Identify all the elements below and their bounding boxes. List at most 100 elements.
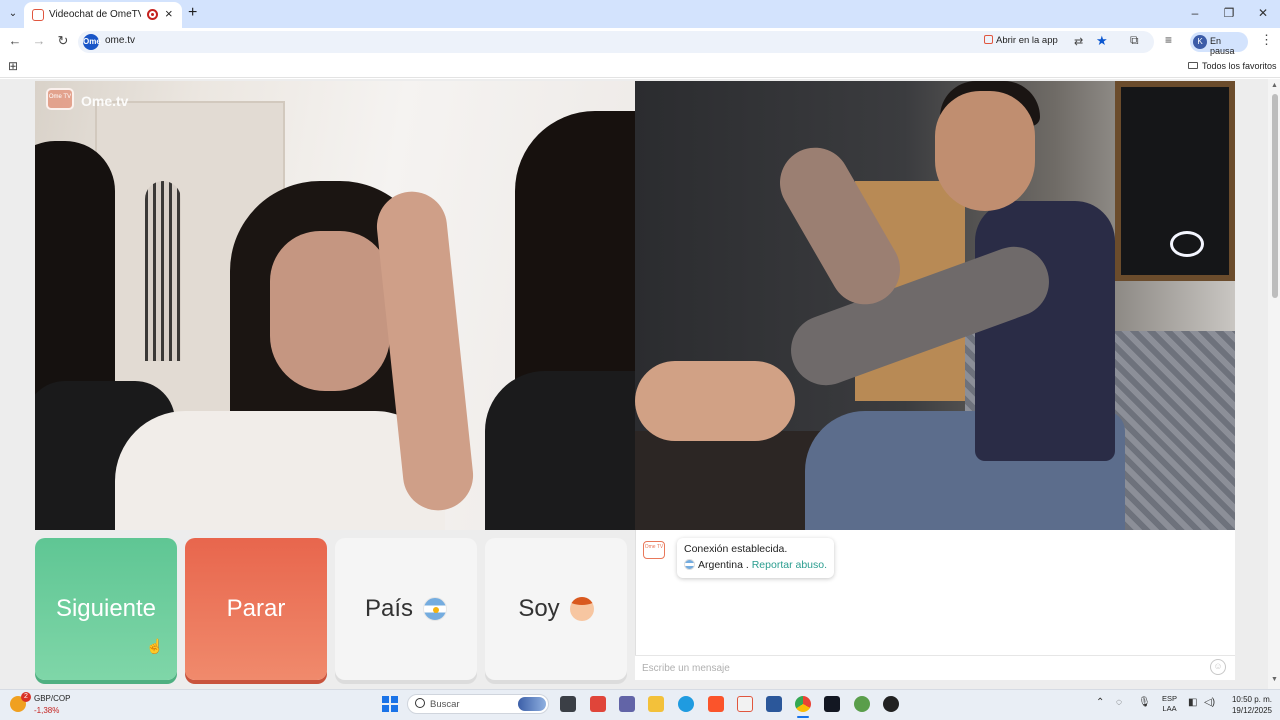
stop-label: Parar	[226, 595, 286, 622]
active-tab[interactable]: Videochat de OmeTV: alter ×	[24, 2, 182, 28]
ometv-favicon-icon	[32, 9, 44, 21]
tradingview-icon[interactable]	[824, 696, 840, 712]
file-explorer-icon[interactable]	[648, 696, 664, 712]
brave-icon[interactable]	[708, 696, 724, 712]
store-icon[interactable]	[766, 696, 782, 712]
address-bar[interactable]: Ome ome.tv Abrir en la app ⇄ ★	[78, 31, 1154, 53]
app-icon	[984, 35, 993, 44]
ticker-name[interactable]: GBP/COP	[34, 694, 70, 703]
ring-light	[1170, 231, 1204, 257]
search-label: Buscar	[430, 699, 460, 710]
language-indicator[interactable]: ESP LAA	[1162, 694, 1177, 714]
message-input[interactable]	[642, 660, 1202, 677]
argentina-flag-icon	[684, 559, 695, 570]
new-tab-icon[interactable]: +	[188, 4, 197, 22]
date: 19/12/2025	[1231, 706, 1272, 715]
system-message: Conexión establecida. Argentina . Report…	[677, 538, 834, 578]
chrome-icon[interactable]	[795, 696, 811, 712]
partner-info: Argentina . Reportar abuso.	[684, 559, 827, 571]
close-window-icon[interactable]: ✕	[1246, 0, 1280, 28]
bookmarks-bar: ⊞ Todos los favoritos	[0, 56, 1280, 78]
language-line2: LAA	[1162, 704, 1177, 713]
person-torso	[975, 201, 1115, 461]
tab-search-icon[interactable]: ⌄	[4, 5, 22, 23]
browser-menu-icon[interactable]: ⋮	[1260, 32, 1273, 48]
window-grill	[145, 181, 181, 361]
separator: .	[745, 559, 749, 571]
scroll-down-icon[interactable]: ▼	[1271, 676, 1278, 683]
ometv-app-icon[interactable]	[737, 696, 753, 712]
browser-toolbar: ← → ↻ Ome ome.tv Abrir en la app ⇄ ★	[0, 28, 1280, 56]
person-right-shirt	[485, 371, 635, 530]
teams-icon[interactable]	[619, 696, 635, 712]
all-bookmarks-button[interactable]: Todos los favoritos	[1188, 61, 1277, 71]
connection-status: Conexión establecida.	[684, 543, 788, 555]
translate-icon[interactable]: ⇄	[1074, 35, 1083, 48]
tab-title: Videochat de OmeTV: alter	[49, 9, 141, 20]
profile-button[interactable]: K En pausa	[1190, 32, 1248, 56]
clock[interactable]: 10:50 p. m. 19/12/2025	[1226, 694, 1272, 716]
app-red-icon[interactable]	[590, 696, 606, 712]
person-head	[935, 91, 1035, 211]
window-controls: – ❐ ✕	[1178, 0, 1280, 28]
remote-video	[635, 81, 1235, 530]
tray-chevron-icon[interactable]: ⌃	[1096, 697, 1104, 708]
open-in-app-button[interactable]: Abrir en la app	[984, 35, 1058, 46]
task-view-icon[interactable]	[560, 696, 576, 712]
language-line1: ESP	[1162, 694, 1178, 703]
ticker-change: -1,38%	[34, 706, 60, 715]
media-controls-icon[interactable]: ≡	[1165, 33, 1172, 47]
app-green-icon[interactable]	[854, 696, 870, 712]
search-icon	[415, 698, 425, 708]
partner-country: Argentina	[698, 559, 743, 571]
reload-icon[interactable]: ↻	[54, 33, 72, 49]
volume-icon[interactable]: ◁)	[1204, 697, 1215, 708]
person-hand	[635, 361, 795, 441]
back-icon[interactable]: ←	[6, 33, 24, 48]
app-dark-icon[interactable]	[883, 696, 899, 712]
local-video	[35, 81, 635, 530]
folder-icon	[1188, 62, 1198, 69]
boy-icon	[569, 597, 594, 621]
bookmark-star-icon[interactable]: ★	[1096, 33, 1108, 49]
chat-ometv-icon: Ome TV	[643, 541, 665, 559]
apps-grid-icon[interactable]: ⊞	[8, 59, 18, 73]
extensions-icon[interactable]: ⧉	[1130, 33, 1139, 48]
scroll-up-icon[interactable]: ▲	[1271, 82, 1278, 89]
minimize-icon[interactable]: –	[1178, 0, 1212, 28]
person-center-shirt	[115, 411, 445, 530]
report-abuse-link[interactable]: Reportar abuso.	[752, 559, 827, 571]
hand-cursor-icon: ☝	[146, 638, 164, 654]
tray-app-icon[interactable]: ◌	[1116, 697, 1122, 708]
edge-icon[interactable]	[678, 696, 694, 712]
forward-icon[interactable]: →	[30, 33, 48, 48]
time: 10:50 p. m.	[1231, 695, 1272, 704]
ometv-tv-icon: Ome TV	[46, 88, 74, 110]
country-label: País	[364, 595, 414, 622]
gender-button[interactable]: Soy	[485, 538, 627, 680]
next-button[interactable]: Siguiente	[35, 538, 177, 680]
taskbar	[0, 689, 1280, 720]
microphone-icon[interactable]: 🎙	[1138, 697, 1151, 708]
search-highlight-icon	[518, 697, 546, 711]
emoji-icon[interactable]: ☺	[1210, 659, 1226, 675]
profile-status: En pausa	[1210, 36, 1235, 56]
site-info-icon[interactable]: Ome	[83, 34, 101, 50]
next-label: Siguiente	[55, 595, 157, 622]
start-icon[interactable]	[382, 696, 398, 712]
scrollbar-thumb[interactable]	[1272, 94, 1278, 298]
message-input-bar	[635, 655, 1235, 680]
stop-button[interactable]: Parar	[185, 538, 327, 680]
network-icon[interactable]: ◧	[1188, 697, 1197, 708]
tab-close-icon[interactable]: ×	[165, 6, 173, 21]
all-bookmarks-label: Todos los favoritos	[1202, 61, 1277, 71]
avatar: K	[1193, 35, 1207, 49]
argentina-flag-icon	[423, 597, 448, 621]
taskbar-search[interactable]: Buscar	[407, 694, 549, 714]
country-button[interactable]: País	[335, 538, 477, 680]
recording-indicator-icon	[147, 9, 158, 20]
url-text[interactable]: ome.tv	[105, 35, 135, 46]
tab-strip: ⌄ Videochat de OmeTV: alter × + – ❐ ✕	[0, 0, 1280, 28]
restore-icon[interactable]: ❐	[1212, 0, 1246, 28]
person-center-face	[270, 231, 390, 391]
